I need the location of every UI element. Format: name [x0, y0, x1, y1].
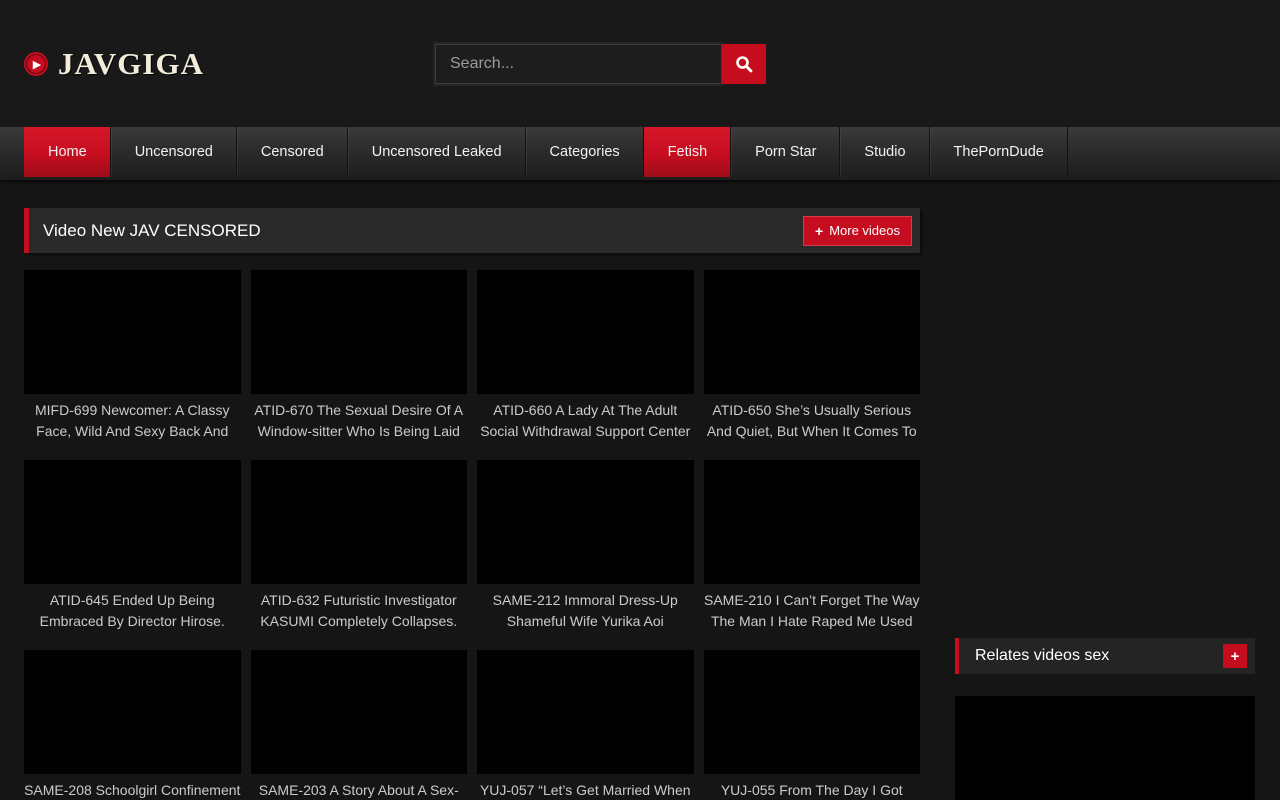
sidebar-header: Relates videos sex +: [955, 638, 1255, 674]
video-title[interactable]: ATID-650 She’s Usually Serious And Quiet…: [704, 400, 921, 442]
video-title[interactable]: SAME-203 A Story About A Sex-: [251, 780, 468, 800]
site-header: ▶ JAVGIGA: [0, 0, 1280, 127]
site-logo[interactable]: ▶ JAVGIGA: [24, 46, 204, 82]
video-grid: MIFD-699 Newcomer: A Classy Face, Wild A…: [24, 270, 920, 800]
video-card[interactable]: ATID-650 She’s Usually Serious And Quiet…: [704, 270, 921, 442]
video-thumbnail[interactable]: [251, 460, 468, 584]
video-card[interactable]: YUJ-057 “Let’s Get Married When: [477, 650, 694, 800]
video-title[interactable]: ATID-660 A Lady At The Adult Social With…: [477, 400, 694, 442]
video-thumbnail[interactable]: [477, 270, 694, 394]
nav-item-theporndude[interactable]: ThePornDude: [930, 127, 1068, 177]
video-card[interactable]: SAME-208 Schoolgirl Confinement: [24, 650, 241, 800]
video-title[interactable]: YUJ-055 From The Day I Got: [704, 780, 921, 800]
video-title[interactable]: SAME-208 Schoolgirl Confinement: [24, 780, 241, 800]
nav-item-censored[interactable]: Censored: [237, 127, 348, 177]
sidebar-expand-button[interactable]: +: [1223, 644, 1247, 668]
section-header: Video New JAV CENSORED + More videos: [24, 208, 920, 253]
video-card[interactable]: SAME-203 A Story About A Sex-: [251, 650, 468, 800]
search-icon: [734, 54, 754, 74]
video-card[interactable]: ATID-645 Ended Up Being Embraced By Dire…: [24, 460, 241, 632]
more-videos-button[interactable]: + More videos: [803, 216, 912, 246]
video-card[interactable]: SAME-210 I Can’t Forget The Way The Man …: [704, 460, 921, 632]
video-title[interactable]: SAME-212 Immoral Dress-Up Shameful Wife …: [477, 590, 694, 632]
nav-item-uncensored-leaked[interactable]: Uncensored Leaked: [348, 127, 526, 177]
main-nav: Home Uncensored Censored Uncensored Leak…: [0, 127, 1280, 180]
video-card[interactable]: ATID-632 Futuristic Investigator KASUMI …: [251, 460, 468, 632]
main-content: Video New JAV CENSORED + More videos MIF…: [24, 208, 920, 800]
video-thumbnail[interactable]: [477, 650, 694, 774]
more-videos-label: More videos: [829, 223, 900, 238]
sidebar-title: Relates videos sex: [975, 647, 1223, 665]
video-thumbnail[interactable]: [24, 270, 241, 394]
nav-item-home[interactable]: Home: [24, 127, 111, 177]
video-thumbnail[interactable]: [477, 460, 694, 584]
section-title: Video New JAV CENSORED: [43, 221, 803, 241]
related-sidebar: Relates videos sex +: [955, 638, 1255, 800]
search-button[interactable]: [722, 44, 766, 84]
related-video-thumbnail[interactable]: [955, 696, 1255, 800]
video-card[interactable]: SAME-212 Immoral Dress-Up Shameful Wife …: [477, 460, 694, 632]
video-thumbnail[interactable]: [24, 650, 241, 774]
video-title[interactable]: MIFD-699 Newcomer: A Classy Face, Wild A…: [24, 400, 241, 442]
plus-icon: +: [1231, 648, 1240, 665]
nav-item-uncensored[interactable]: Uncensored: [111, 127, 237, 177]
video-thumbnail[interactable]: [24, 460, 241, 584]
nav-item-categories[interactable]: Categories: [526, 127, 644, 177]
search-form: [435, 44, 766, 84]
video-card[interactable]: YUJ-055 From The Day I Got: [704, 650, 921, 800]
video-card[interactable]: ATID-660 A Lady At The Adult Social With…: [477, 270, 694, 442]
video-title[interactable]: ATID-632 Futuristic Investigator KASUMI …: [251, 590, 468, 632]
video-title[interactable]: SAME-210 I Can’t Forget The Way The Man …: [704, 590, 921, 632]
play-circle-icon: ▶: [24, 52, 48, 76]
video-thumbnail[interactable]: [704, 270, 921, 394]
video-thumbnail[interactable]: [704, 650, 921, 774]
video-title[interactable]: ATID-670 The Sexual Desire Of A Window-s…: [251, 400, 468, 442]
nav-item-porn-star[interactable]: Porn Star: [731, 127, 840, 177]
video-card[interactable]: MIFD-699 Newcomer: A Classy Face, Wild A…: [24, 270, 241, 442]
nav-item-studio[interactable]: Studio: [840, 127, 929, 177]
plus-icon: +: [815, 223, 823, 239]
video-title[interactable]: ATID-645 Ended Up Being Embraced By Dire…: [24, 590, 241, 632]
search-input[interactable]: [435, 44, 722, 84]
video-thumbnail[interactable]: [704, 460, 921, 584]
nav-item-fetish[interactable]: Fetish: [644, 127, 732, 177]
video-title[interactable]: YUJ-057 “Let’s Get Married When: [477, 780, 694, 800]
video-thumbnail[interactable]: [251, 270, 468, 394]
site-name: JAVGIGA: [58, 46, 204, 82]
video-card[interactable]: ATID-670 The Sexual Desire Of A Window-s…: [251, 270, 468, 442]
video-thumbnail[interactable]: [251, 650, 468, 774]
